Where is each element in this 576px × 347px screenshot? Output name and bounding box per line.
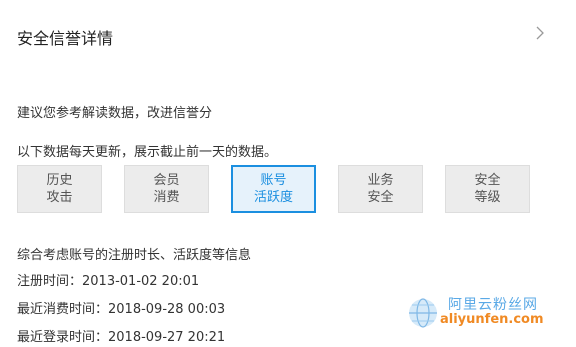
tab-account-activity[interactable]: 账号 活跃度 [231, 165, 316, 213]
security-reputation-panel: 安全信誉详情 建议您参考解读数据，改进信誉分 以下数据每天更新，展示截止前一天的… [0, 0, 576, 347]
watermark-cn: 阿里云粉丝网 [448, 297, 538, 313]
tab-label-line2: 等级 [474, 190, 501, 205]
tab-label-line1: 账号 [260, 173, 287, 188]
category-tabs: 历史 攻击 会员 消费 账号 活跃度 业务 安全 安全 等级 [17, 165, 530, 215]
tab-description: 综合考虑账号的注册时长、活跃度等信息 [17, 248, 252, 263]
tab-label-line2: 消费 [153, 190, 180, 205]
tab-security-level[interactable]: 安全 等级 [445, 165, 530, 213]
last-consume-time: 最近消费时间：2018-09-28 00:03 [17, 302, 226, 317]
tab-label-line1: 安全 [474, 173, 501, 188]
register-time: 注册时间：2013-01-02 20:01 [17, 274, 200, 289]
watermark: 阿里云粉丝网 aliyunfen.com [400, 294, 560, 334]
globe-icon [409, 298, 437, 328]
tab-label-line1: 会员 [153, 173, 180, 188]
improvement-tip: 建议您参考解读数据，改进信誉分 [17, 106, 213, 121]
tab-label-line1: 业务 [367, 173, 394, 188]
chevron-right-icon[interactable] [532, 24, 548, 42]
tab-attack-history[interactable]: 历史 攻击 [17, 165, 102, 213]
tab-member-consumption[interactable]: 会员 消费 [124, 165, 209, 213]
watermark-en: aliyunfen.com [440, 312, 544, 327]
tab-business-security[interactable]: 业务 安全 [338, 165, 423, 213]
tab-label-line2: 攻击 [46, 190, 73, 205]
tab-label-line2: 活跃度 [253, 190, 293, 205]
tab-label-line1: 历史 [46, 173, 73, 188]
page-title: 安全信誉详情 [17, 29, 114, 48]
update-note: 以下数据每天更新，展示截止前一天的数据。 [17, 145, 278, 160]
tab-label-line2: 安全 [367, 190, 394, 205]
last-login-time: 最近登录时间：2018-09-27 20:21 [17, 330, 226, 345]
